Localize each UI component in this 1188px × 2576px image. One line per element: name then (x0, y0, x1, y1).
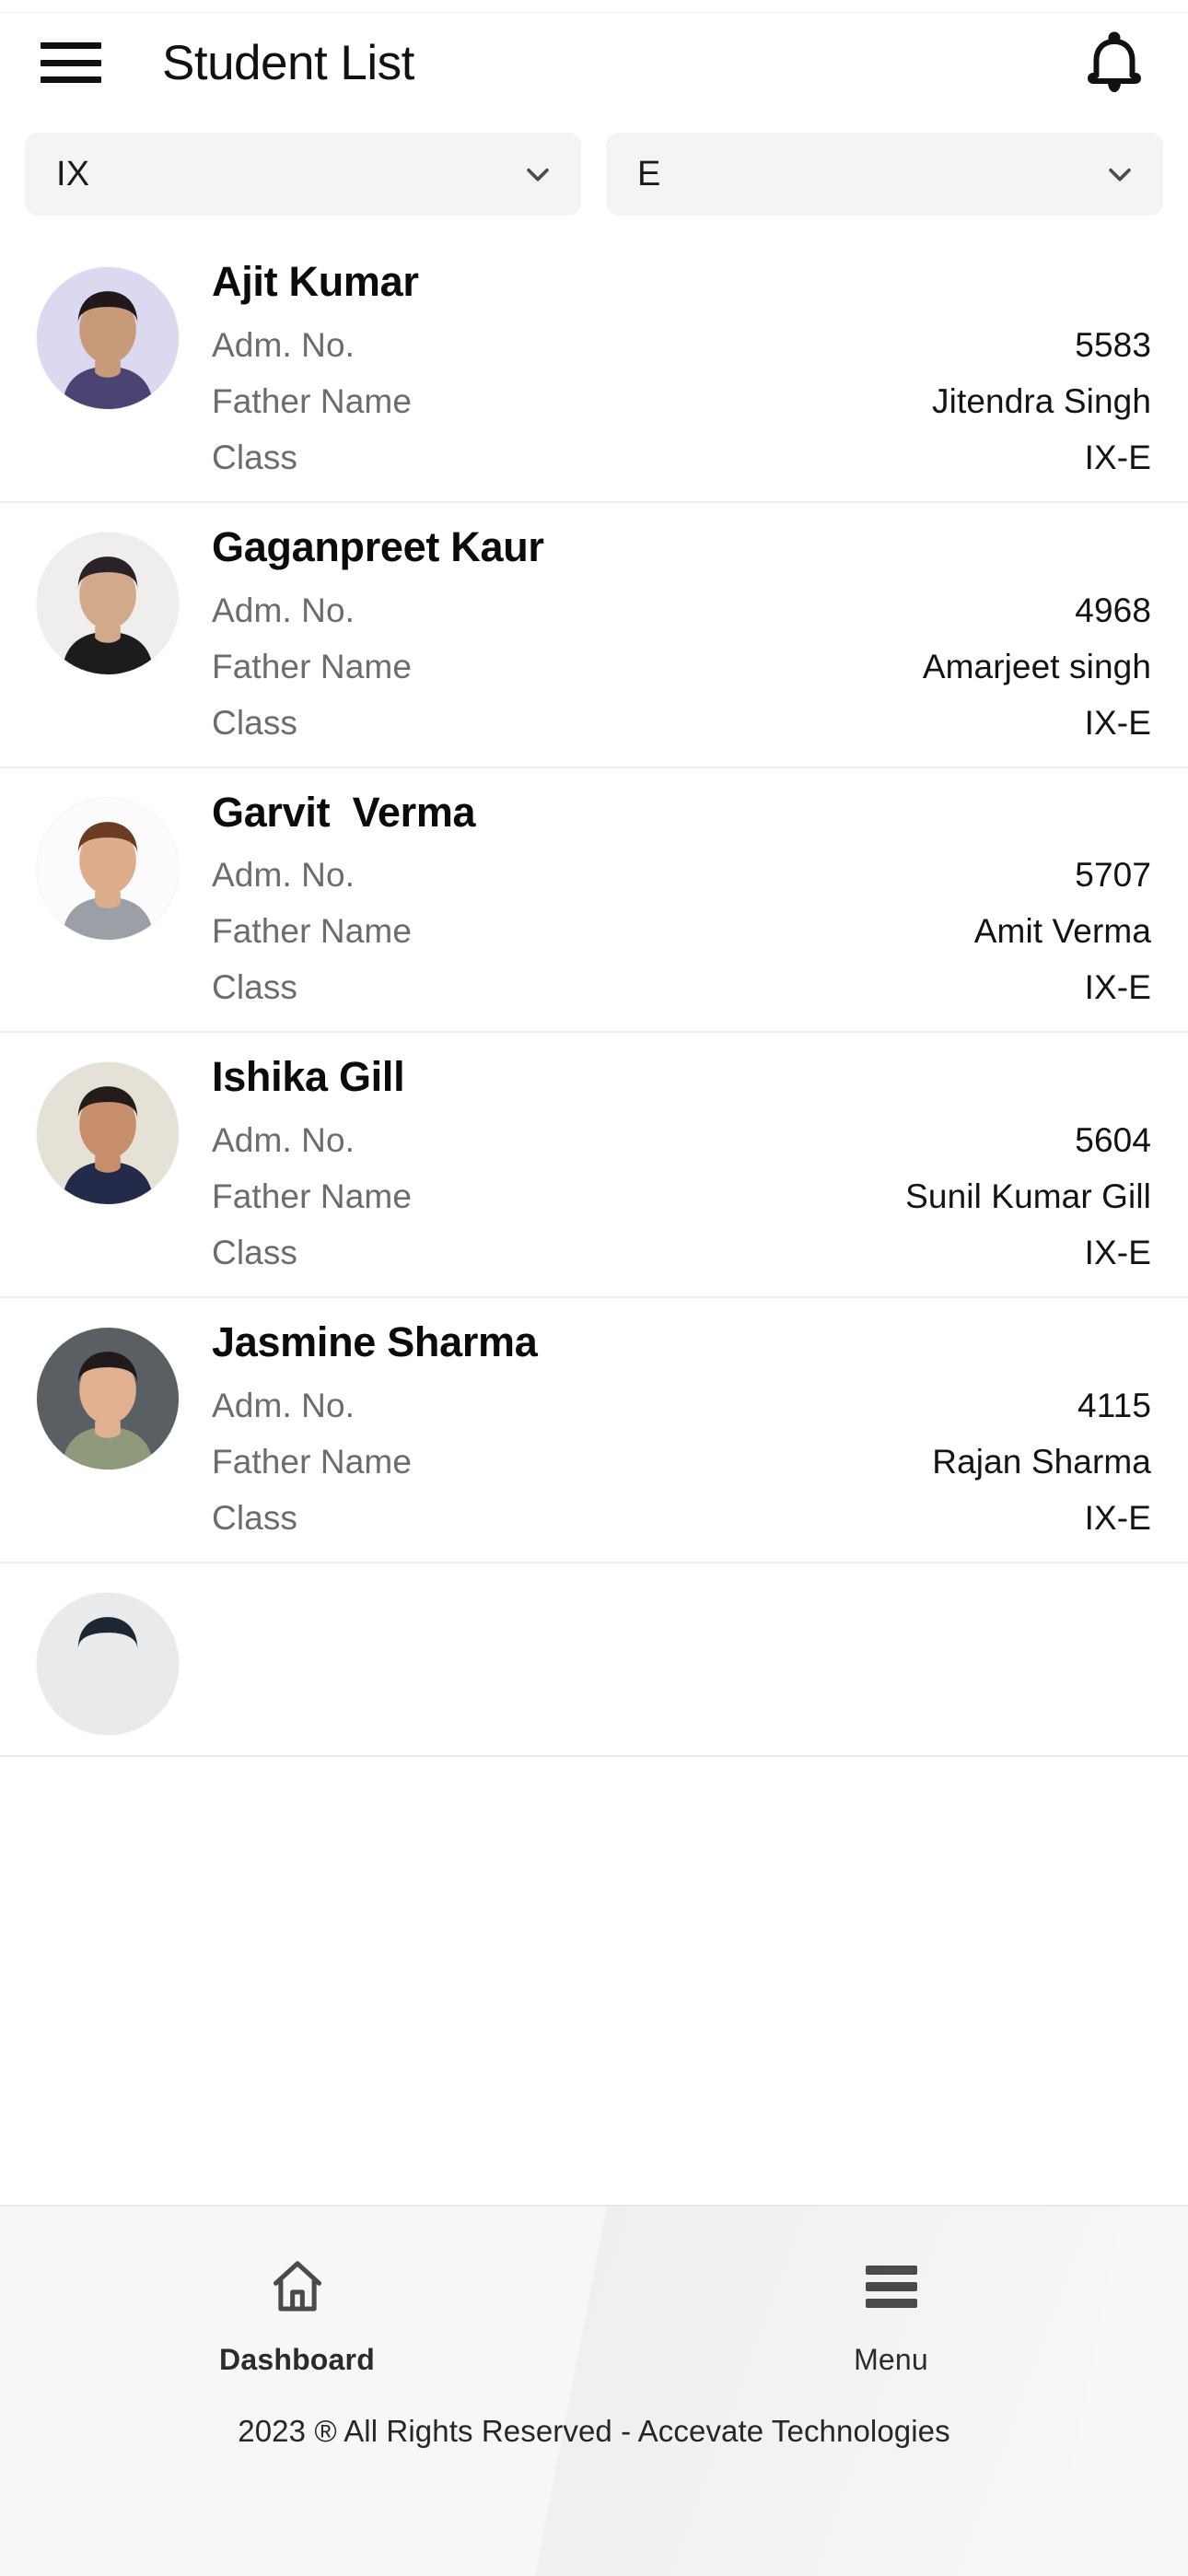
avatar (37, 797, 179, 940)
avatar (37, 267, 179, 409)
info-row-father-name: Father Name Amit Verma (212, 912, 1151, 951)
student-name: Jasmine Sharma (212, 1318, 538, 1365)
hamburger-bar (865, 2299, 917, 2308)
student-name: Ishika Gill (212, 1053, 405, 1101)
student-list: Ajit Kumar Adm. No. 5583 Father Name Jitendr… (0, 238, 1188, 1757)
value-adm-no: 5604 (1075, 1121, 1151, 1159)
avatar (37, 1592, 179, 1735)
student-info: Ishika Gill Adm. No. 5604 Father Name Sunil … (212, 1049, 1151, 1276)
hamburger-bar (41, 76, 101, 83)
footer-copyright: 2023 ® All Rights Reserved - Accevate Te… (238, 2414, 950, 2448)
value-class: IX-E (1084, 968, 1151, 1007)
bottom-nav-items: Dashboard Menu (0, 2207, 1188, 2377)
hamburger-bar (41, 59, 101, 66)
label-father-name: Father Name (212, 1442, 413, 1481)
label-class: Class (212, 703, 298, 742)
value-father-name: Amit Verma (973, 912, 1151, 951)
nav-item-dashboard[interactable]: Dashboard (0, 2254, 594, 2377)
bell-icon[interactable] (1081, 27, 1147, 99)
label-father-name: Father Name (212, 381, 413, 420)
student-card-partial[interactable] (0, 1563, 1188, 1757)
info-row-adm-no: Adm. No. 5604 (212, 1121, 1151, 1160)
label-father-name: Father Name (212, 1177, 413, 1215)
student-card[interactable]: Garvit Verma Adm. No. 5707 Father Name Amit … (0, 767, 1188, 1034)
label-adm-no: Adm. No. (212, 325, 355, 364)
hamburger-menu-icon[interactable] (41, 42, 101, 83)
label-father-name: Father Name (212, 647, 413, 685)
student-info: Ajit Kumar Adm. No. 5583 Father Name Jitendr… (212, 254, 1151, 481)
student-name: Garvit Verma (212, 788, 476, 836)
label-class: Class (212, 968, 298, 1007)
avatar (37, 1062, 179, 1205)
student-card[interactable]: Ajit Kumar Adm. No. 5583 Father Name Jitendr… (0, 238, 1188, 503)
label-class: Class (212, 1234, 298, 1271)
value-adm-no: 4968 (1075, 591, 1151, 629)
avatar (37, 532, 179, 674)
student-name: Gaganpreet Kaur (212, 522, 544, 570)
info-row-father-name: Father Name Jitendra Singh (212, 382, 1151, 421)
label-adm-no: Adm. No. (212, 856, 355, 895)
student-card[interactable]: Gaganpreet Kaur Adm. No. 4968 Father Name Am… (0, 502, 1188, 768)
value-father-name: Sunil Kumar Gill (905, 1177, 1151, 1215)
info-row-adm-no: Adm. No. 4968 (212, 591, 1151, 630)
hamburger-bar (865, 2266, 917, 2275)
info-row-class: Class IX-E (212, 1499, 1151, 1538)
nav-item-menu[interactable]: Menu (594, 2254, 1188, 2377)
info-row-class: Class IX-E (212, 968, 1151, 1007)
value-class: IX-E (1084, 703, 1151, 742)
info-row-father-name: Father Name Amarjeet singh (212, 648, 1151, 686)
hamburger-menu-icon (865, 2254, 917, 2319)
info-row-father-name: Father Name Rajan Sharma (212, 1443, 1151, 1481)
info-row-adm-no: Adm. No. 4115 (212, 1387, 1151, 1425)
info-row-class: Class IX-E (212, 704, 1151, 743)
value-father-name: Rajan Sharma (932, 1442, 1151, 1481)
value-class: IX-E (1084, 438, 1151, 476)
student-card[interactable]: Ishika Gill Adm. No. 5604 Father Name Sunil … (0, 1033, 1188, 1298)
label-adm-no: Adm. No. (212, 1121, 355, 1159)
value-class: IX-E (1084, 1498, 1151, 1537)
page-title: Student List (162, 35, 414, 90)
student-name: Ajit Kumar (212, 258, 419, 305)
info-row-adm-no: Adm. No. 5583 (212, 326, 1151, 365)
label-adm-no: Adm. No. (212, 1386, 355, 1424)
label-father-name: Father Name (212, 912, 413, 951)
chevron-down-icon (522, 158, 553, 190)
bottom-navigation-bar: Dashboard Menu 2023 ® All Rights Reserve… (0, 2205, 1188, 2576)
home-icon (268, 2254, 327, 2319)
student-info: Garvit Verma Adm. No. 5707 Father Name Amit … (212, 785, 1151, 1012)
student-info: Gaganpreet Kaur Adm. No. 4968 Father Name Am… (212, 520, 1151, 746)
avatar (37, 1328, 179, 1469)
class-select-value: IX (56, 154, 90, 193)
hamburger-bar (865, 2282, 917, 2291)
label-class: Class (212, 1498, 298, 1537)
info-row-class: Class IX-E (212, 1234, 1151, 1272)
label-class: Class (212, 438, 298, 476)
value-father-name: Jitendra Singh (932, 381, 1151, 420)
hamburger-bar (41, 42, 101, 49)
class-select[interactable]: IX (25, 133, 581, 216)
value-class: IX-E (1084, 1234, 1151, 1271)
status-bar-strip (0, 0, 1188, 13)
nav-label-menu: Menu (854, 2343, 928, 2376)
chevron-down-icon (1104, 158, 1136, 190)
student-info: Jasmine Sharma Adm. No. 4115 Father Name Raj… (212, 1315, 1151, 1541)
nav-label-dashboard: Dashboard (219, 2343, 375, 2376)
label-adm-no: Adm. No. (212, 591, 355, 629)
section-select[interactable]: E (606, 133, 1163, 216)
value-adm-no: 5707 (1075, 856, 1151, 895)
section-select-value: E (637, 154, 661, 193)
app-bar: Student List (0, 13, 1188, 112)
student-card[interactable]: Jasmine Sharma Adm. No. 4115 Father Name Raj… (0, 1298, 1188, 1563)
value-adm-no: 5583 (1075, 325, 1151, 364)
info-row-class: Class IX-E (212, 439, 1151, 477)
value-adm-no: 4115 (1077, 1386, 1151, 1424)
filter-bar: IX E (0, 112, 1188, 216)
value-father-name: Amarjeet singh (922, 647, 1151, 685)
info-row-adm-no: Adm. No. 5707 (212, 856, 1151, 895)
info-row-father-name: Father Name Sunil Kumar Gill (212, 1177, 1151, 1216)
